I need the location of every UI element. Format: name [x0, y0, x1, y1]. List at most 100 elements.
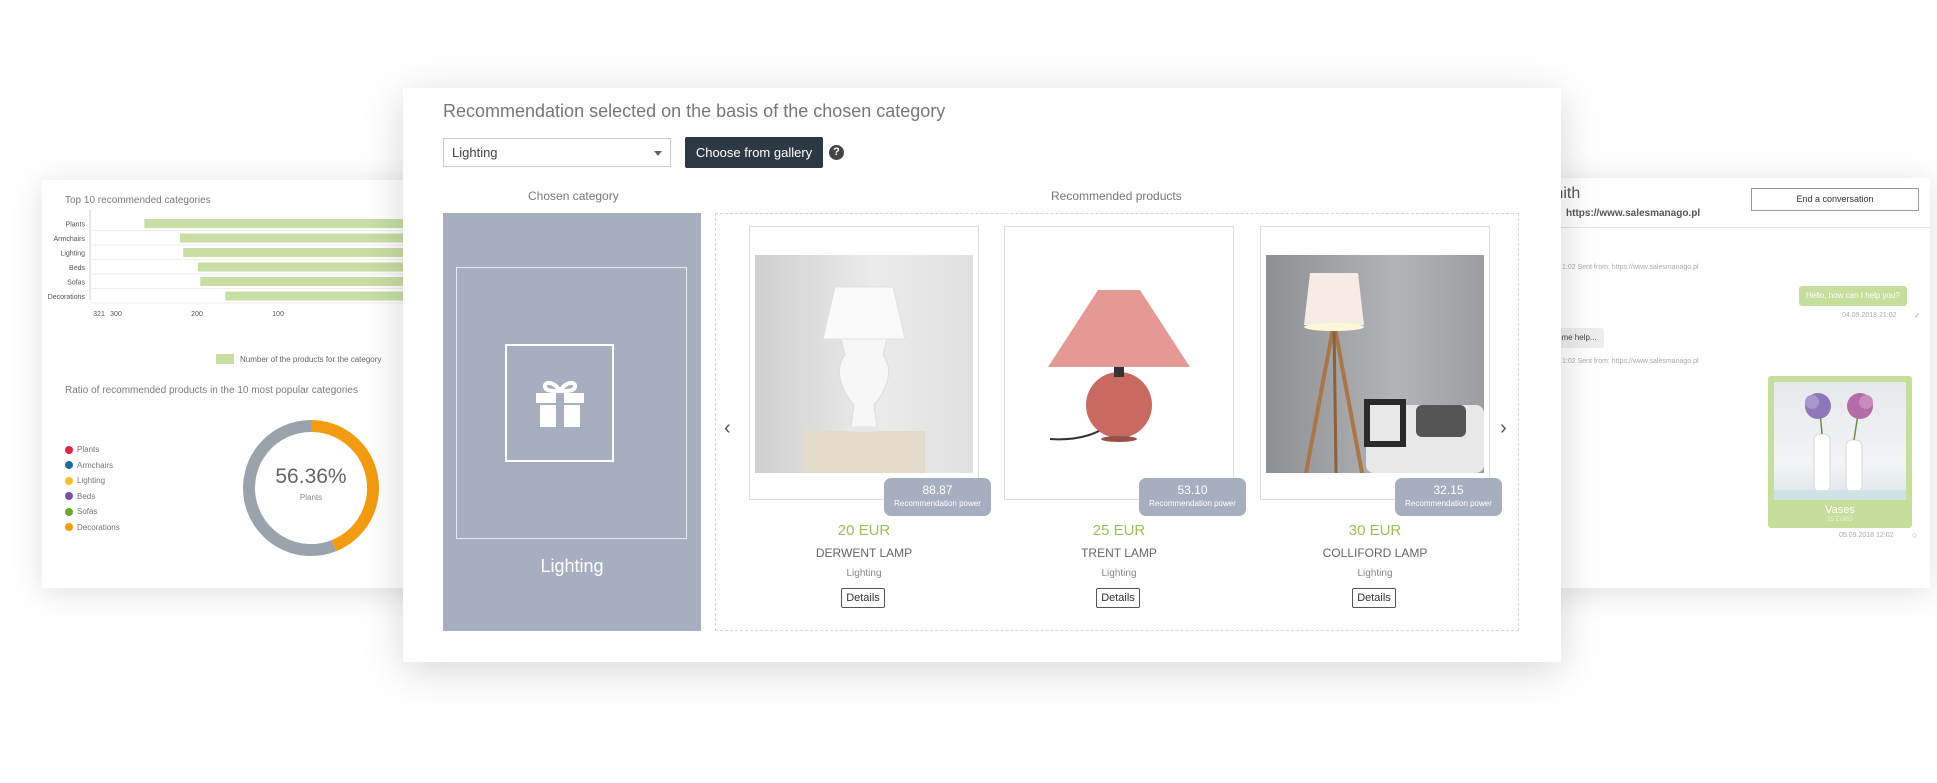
legend-dot-icon: [65, 507, 73, 516]
product-price: 20 EUR: [837, 522, 891, 539]
bar-category-label: Armchairs: [53, 236, 85, 243]
recommendation-power-label: Recommendation power: [1149, 499, 1236, 508]
message-time: 05.09.2018 12:02: [1839, 532, 1894, 539]
bar-category-label: Lighting: [60, 251, 85, 258]
product-image: [1010, 255, 1228, 473]
message-meta: 1:02 Sent from: https://www.salesmanago.…: [1562, 264, 1699, 271]
pie-legend-item: Decorations: [65, 520, 120, 536]
bar-tick-label: 300: [110, 311, 122, 318]
pie-legend-item: Plants: [65, 442, 120, 458]
donut-center: 56.36% Plants: [236, 465, 386, 502]
choose-from-gallery-button[interactable]: Choose from gallery: [685, 137, 823, 168]
check-icon: ✓: [1914, 311, 1921, 320]
message-meta: 1:02 Sent from: https://www.salesmanago.…: [1562, 358, 1699, 365]
page-title: Recommendation selected on the basis of …: [443, 101, 946, 121]
details-button[interactable]: Details: [1096, 588, 1140, 608]
legend-dot-icon: [65, 492, 73, 501]
recommendation-power-value: 88.87: [922, 483, 953, 497]
legend-dot-icon: [65, 461, 73, 470]
pie-legend-label: Plants: [77, 445, 100, 455]
bar-tick-label: 100: [272, 311, 284, 318]
product-card: 88.87 Recommendation power 20 EUR DERWEN…: [749, 226, 991, 608]
product-card[interactable]: Vases 25 EURO: [1768, 376, 1912, 528]
bar-category-label: Sofas: [67, 280, 85, 287]
category-select[interactable]: Lighting: [443, 138, 671, 167]
bar-category-label: Beds: [69, 265, 85, 272]
category-select-value: Lighting: [452, 145, 498, 160]
pie-legend-item: Beds: [65, 489, 120, 505]
bar-category-label: Decorations: [48, 294, 86, 301]
stage: Top 10 recommended categories Plants Armc…: [0, 0, 1937, 783]
product-price: 25 EURO: [1827, 517, 1853, 523]
pie-legend-item: Lighting: [65, 473, 120, 489]
recommendation-panel: Recommendation selected on the basis of …: [403, 88, 1561, 662]
end-conversation-button[interactable]: End a conversation: [1751, 188, 1919, 211]
pie-legend-label: Beds: [77, 491, 96, 501]
message-time: 04.09.2018 21:02: [1842, 312, 1897, 319]
legend-dot-icon: [65, 476, 73, 485]
product-image-frame: [749, 226, 979, 500]
recommendation-power-value: 32.15: [1433, 483, 1464, 497]
chosen-category-box: Lighting: [443, 213, 701, 631]
chevron-down-icon: [654, 151, 662, 156]
chosen-category-label: Lighting: [540, 556, 604, 576]
details-button[interactable]: Details: [841, 588, 885, 608]
pie-legend-label: Lighting: [77, 476, 106, 486]
product-category: Lighting: [846, 568, 882, 579]
pending-icon: ○: [1912, 530, 1918, 540]
chosen-category-heading: Chosen category: [528, 189, 619, 203]
recommendation-power-label: Recommendation power: [1405, 499, 1492, 508]
pie-chart-title: Ratio of recommended products in the 10 …: [65, 385, 358, 396]
product-image: [755, 255, 973, 473]
vases-icon: [1774, 393, 1906, 500]
stats-card: Top 10 recommended categories Plants Armc…: [42, 180, 462, 588]
legend-dot-icon: [65, 523, 73, 532]
pie-legend-label: Decorations: [77, 522, 120, 532]
product-category: Lighting: [1101, 568, 1137, 579]
recommendation-power-badge: 88.87 Recommendation power: [884, 478, 991, 516]
chat-bubble-outgoing: Hello, how can I help you?: [1799, 286, 1907, 306]
chevron-right-icon[interactable]: ›: [1500, 418, 1507, 438]
recommendation-power-label: Recommendation power: [894, 499, 981, 508]
floor-lamp-icon: [1304, 273, 1484, 473]
recommendation-power-value: 53.10: [1177, 483, 1208, 497]
product-card: 53.10 Recommendation power 25 EUR TRENT …: [1004, 226, 1246, 608]
table-lamp-icon: [1048, 290, 1190, 442]
bar-category-label: Plants: [66, 222, 86, 229]
gift-icon: [536, 380, 584, 427]
donut-percent: 56.36%: [275, 465, 347, 488]
product-image-frame: [1004, 226, 1234, 500]
bar-legend-label: Number of the products for the category: [240, 355, 382, 364]
bar-chart-title: Top 10 recommended categories: [65, 195, 211, 206]
product-image: [1266, 255, 1484, 473]
product-category: Lighting: [1357, 568, 1393, 579]
bar-legend-swatch: [216, 354, 234, 364]
product-price: 25 EUR: [1092, 522, 1146, 539]
product-name: COLLIFORD LAMP: [1322, 546, 1428, 560]
bar-tick-label: 200: [191, 311, 203, 318]
pie-legend-item: Armchairs: [65, 458, 120, 474]
vases-image: [1774, 382, 1906, 500]
contact-site[interactable]: https://www.salesmanago.pl: [1566, 208, 1700, 219]
product-name: Vases: [1825, 504, 1855, 516]
product-price: 30 EUR: [1348, 522, 1402, 539]
pie-legend: Plants Armchairs Lighting Beds Sofas Decorati…: [65, 442, 120, 535]
recommended-products-heading: Recommended products: [1051, 189, 1182, 203]
donut-label: Plants: [299, 493, 323, 502]
bar-chart: Plants Armchairs Lighting Beds Sofas Decorati…: [48, 210, 462, 318]
recommendation-power-badge: 32.15 Recommendation power: [1395, 478, 1502, 516]
bar-tick-label: 321: [93, 311, 105, 318]
product-name: TRENT LAMP: [1081, 546, 1157, 560]
category-image-frame: [505, 344, 614, 462]
legend-dot-icon: [65, 445, 73, 454]
pie-legend-label: Sofas: [77, 507, 98, 517]
product-name: DERWENT LAMP: [815, 546, 913, 560]
donut-chart: 56.36% Plants: [236, 413, 386, 563]
product-image-frame: [1260, 226, 1490, 500]
pie-legend-label: Armchairs: [77, 460, 114, 470]
recommendation-power-badge: 53.10 Recommendation power: [1139, 478, 1246, 516]
help-icon[interactable]: ?: [829, 145, 844, 160]
chevron-left-icon[interactable]: ‹: [724, 418, 731, 438]
product-card: 32.15 Recommendation power 30 EUR COLLIF…: [1260, 226, 1502, 608]
details-button[interactable]: Details: [1352, 588, 1396, 608]
